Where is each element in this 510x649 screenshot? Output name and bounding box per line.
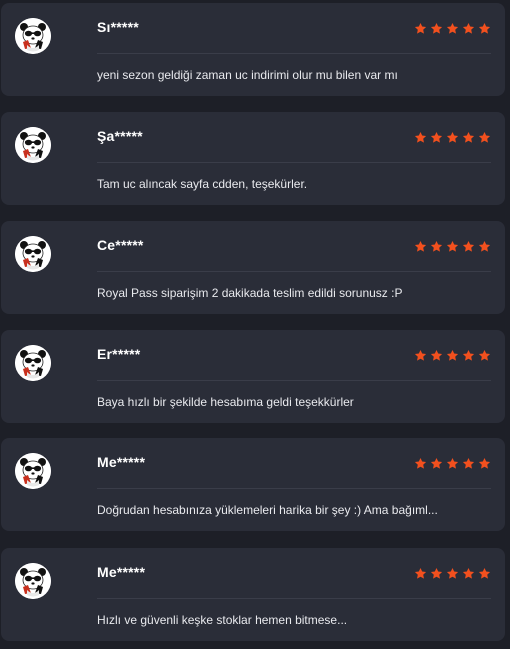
panda-icon bbox=[15, 563, 51, 599]
review-card: Sı***** yeni sezon geldiği zaman uc indi… bbox=[1, 3, 505, 96]
star-icon bbox=[446, 457, 459, 470]
reviewer-name: Şa***** bbox=[97, 128, 143, 144]
panda-icon bbox=[15, 18, 51, 54]
star-icon bbox=[430, 457, 443, 470]
star-icon bbox=[478, 349, 491, 362]
divider bbox=[97, 271, 491, 272]
star-icon bbox=[462, 567, 475, 580]
star-icon bbox=[462, 457, 475, 470]
panda-icon bbox=[15, 345, 51, 381]
star-icon bbox=[430, 22, 443, 35]
star-icon bbox=[446, 22, 459, 35]
divider bbox=[97, 380, 491, 381]
review-card: Er***** Baya hızlı bir şekilde hesabıma … bbox=[1, 330, 505, 423]
star-icon bbox=[414, 349, 427, 362]
star-icon bbox=[414, 457, 427, 470]
star-icon bbox=[430, 240, 443, 253]
star-rating bbox=[414, 567, 491, 580]
review-card: Şa***** Tam uc alıncak sayfa cdden, teşe… bbox=[1, 112, 505, 205]
star-icon bbox=[478, 457, 491, 470]
star-icon bbox=[430, 131, 443, 144]
star-icon bbox=[462, 131, 475, 144]
review-card: Me***** Hızlı ve güvenli keşke stoklar h… bbox=[1, 548, 505, 641]
review-card: Me***** Doğrudan hesabınıza yüklemeleri … bbox=[1, 438, 505, 531]
review-card: Ce***** Royal Pass siparişim 2 dakikada … bbox=[1, 221, 505, 314]
star-icon bbox=[462, 349, 475, 362]
star-icon bbox=[414, 240, 427, 253]
review-text: Baya hızlı bir şekilde hesabıma geldi te… bbox=[97, 395, 354, 409]
review-text: yeni sezon geldiği zaman uc indirimi olu… bbox=[97, 68, 398, 82]
star-icon bbox=[462, 240, 475, 253]
star-icon bbox=[446, 567, 459, 580]
star-icon bbox=[478, 131, 491, 144]
reviewer-name: Ce***** bbox=[97, 237, 144, 253]
star-icon bbox=[462, 22, 475, 35]
panda-icon bbox=[15, 127, 51, 163]
reviews-list: Sı***** yeni sezon geldiği zaman uc indi… bbox=[0, 0, 510, 649]
star-icon bbox=[478, 22, 491, 35]
star-rating bbox=[414, 457, 491, 470]
reviewer-name: Me***** bbox=[97, 454, 146, 470]
reviewer-name: Me***** bbox=[97, 564, 146, 580]
review-text: Tam uc alıncak sayfa cdden, teşekürler. bbox=[97, 177, 308, 191]
star-icon bbox=[414, 22, 427, 35]
panda-icon bbox=[15, 236, 51, 272]
star-rating bbox=[414, 22, 491, 35]
star-icon bbox=[446, 349, 459, 362]
star-icon bbox=[478, 567, 491, 580]
divider bbox=[97, 162, 491, 163]
review-text: Royal Pass siparişim 2 dakikada teslim e… bbox=[97, 286, 403, 300]
star-rating bbox=[414, 349, 491, 362]
review-text: Doğrudan hesabınıza yüklemeleri harika b… bbox=[97, 503, 438, 517]
review-text: Hızlı ve güvenli keşke stoklar hemen bit… bbox=[97, 613, 348, 627]
star-icon bbox=[478, 240, 491, 253]
star-rating bbox=[414, 240, 491, 253]
panda-icon bbox=[15, 453, 51, 489]
reviewer-name: Er***** bbox=[97, 346, 141, 362]
divider bbox=[97, 53, 491, 54]
star-icon bbox=[414, 567, 427, 580]
star-icon bbox=[446, 240, 459, 253]
star-icon bbox=[414, 131, 427, 144]
reviewer-name: Sı***** bbox=[97, 19, 139, 35]
star-rating bbox=[414, 131, 491, 144]
divider bbox=[97, 488, 491, 489]
divider bbox=[97, 598, 491, 599]
star-icon bbox=[446, 131, 459, 144]
star-icon bbox=[430, 349, 443, 362]
star-icon bbox=[430, 567, 443, 580]
